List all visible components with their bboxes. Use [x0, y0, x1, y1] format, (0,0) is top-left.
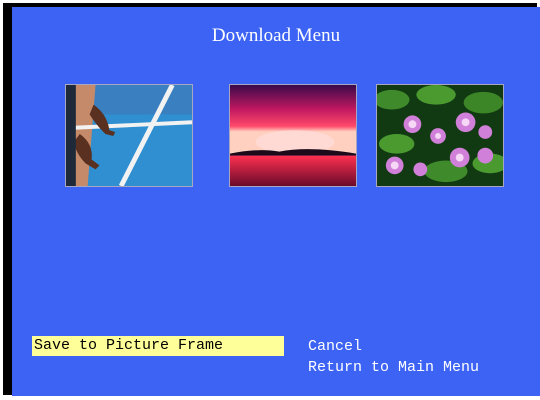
page-title: Download Menu	[211, 25, 341, 46]
water-lily-photo-icon	[377, 85, 503, 186]
cancel-option[interactable]: Cancel	[308, 336, 362, 358]
save-to-picture-frame-option[interactable]: Save to Picture Frame	[32, 336, 284, 356]
download-menu-screen: Download Menu Save to Picture Frame Canc…	[12, 7, 540, 396]
thumbnail-runner[interactable]	[65, 84, 193, 187]
return-to-main-menu-option[interactable]: Return to Main Menu	[308, 357, 479, 379]
thumbnail-water-lilies[interactable]	[376, 84, 504, 187]
runner-photo-icon	[66, 85, 192, 186]
sunset-photo-icon	[230, 85, 356, 186]
thumbnail-sunset[interactable]	[229, 84, 357, 187]
